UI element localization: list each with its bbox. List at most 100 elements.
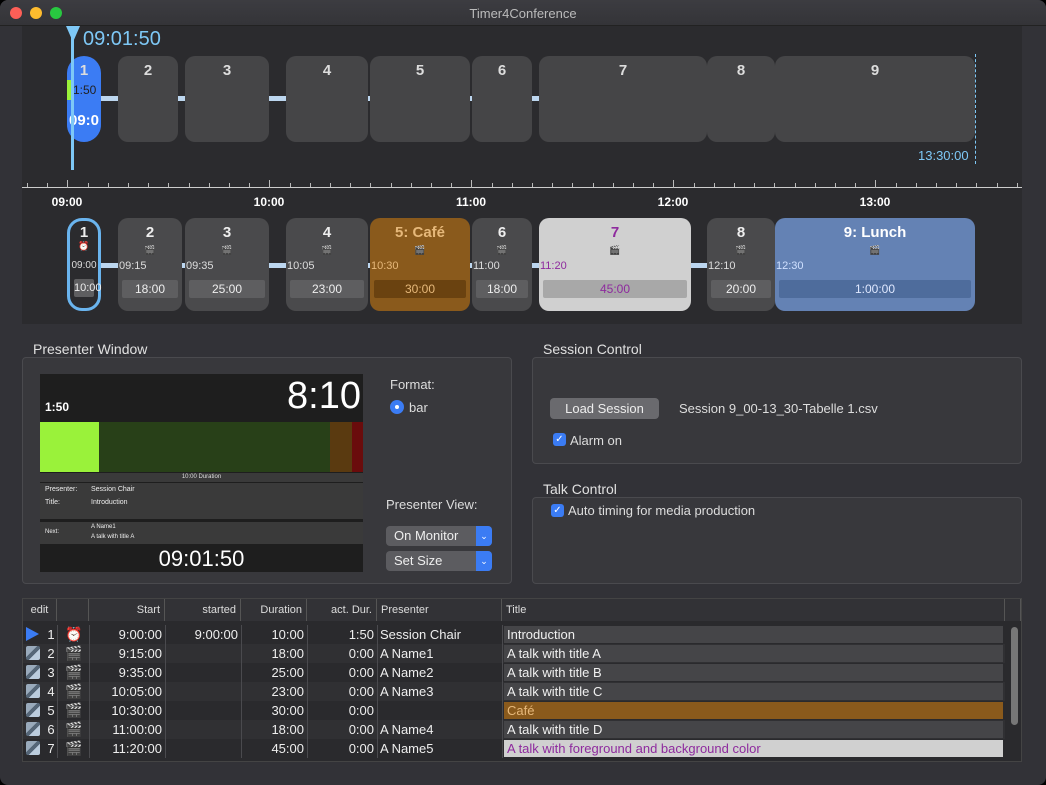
table-header-duration[interactable]: Duration	[241, 599, 307, 621]
title-field-value: Introduction	[91, 499, 128, 506]
end-time-marker	[975, 54, 976, 164]
presenter-view-select[interactable]: On Monitor ⌄	[386, 526, 492, 546]
timeline-block-top[interactable]: 8	[707, 56, 775, 142]
presenter-view-label: Presenter View:	[386, 497, 478, 512]
table-header-actdur[interactable]: act. Dur.	[307, 599, 377, 621]
edit-cell[interactable]	[23, 701, 45, 720]
timeline-block-top[interactable]: 2	[118, 56, 178, 142]
scrollbar-thumb[interactable]	[1011, 627, 1018, 725]
timeline-block-bottom[interactable]: 9: Lunch 🎬 12:30 1:00:00	[775, 218, 975, 311]
edit-icon[interactable]	[26, 741, 40, 755]
table-header-filler	[1005, 599, 1021, 621]
timeline-block-top[interactable]: 4	[286, 56, 368, 142]
ruler-tick	[391, 183, 392, 187]
column-separator	[241, 739, 242, 758]
progress-bar	[40, 422, 363, 472]
table-scrollbar[interactable]	[1007, 625, 1021, 761]
ruler-tick	[593, 183, 594, 187]
timeline-block-top[interactable]: 3	[185, 56, 269, 142]
row-number: 7	[47, 741, 55, 756]
ruler-tick	[249, 183, 250, 187]
edit-cell[interactable]	[23, 682, 45, 701]
table-row[interactable]: 7 🎬 11:20:00 45:00 0:00 A Name5 A talk with fo…	[23, 739, 1005, 758]
next-label: Next:	[45, 529, 60, 535]
edit-icon[interactable]	[26, 665, 40, 679]
block-duration: 23:00	[290, 280, 364, 298]
alarm-label[interactable]: Alarm on	[570, 433, 622, 448]
table-header-start[interactable]: Start	[89, 599, 165, 621]
cell-act: 0:00	[348, 646, 374, 661]
play-icon[interactable]	[26, 627, 39, 641]
edit-icon[interactable]	[26, 684, 40, 698]
timeline-block-bottom[interactable]: 2 🎬 09:15 18:00	[118, 218, 182, 311]
ruler-tick	[310, 183, 311, 187]
timeline-block-bottom[interactable]: 6 🎬 11:00 18:00	[472, 218, 532, 311]
edit-cell[interactable]	[23, 720, 45, 739]
edit-icon[interactable]	[26, 646, 40, 660]
alarm-checkbox[interactable]: ✓	[553, 433, 566, 446]
column-separator	[502, 663, 503, 682]
edit-cell[interactable]	[23, 644, 45, 663]
block-start-time: 12:30	[776, 260, 804, 272]
ruler-tick	[694, 183, 695, 187]
table-header-edit[interactable]: edit	[23, 599, 57, 621]
format-radio-bar[interactable]	[390, 400, 404, 414]
edit-icon[interactable]	[26, 703, 40, 717]
edit-cell[interactable]	[23, 739, 45, 758]
set-size-value: Set Size	[394, 553, 443, 568]
format-radio-label[interactable]: bar	[409, 400, 428, 415]
ruler-tick	[229, 183, 230, 187]
edit-icon[interactable]	[26, 722, 40, 736]
column-separator	[307, 682, 308, 701]
auto-timing-checkbox[interactable]: ✓	[551, 504, 564, 517]
column-separator	[377, 701, 378, 720]
table-row[interactable]: 5 🎬 10:30:00 30:00 0:00 Café	[23, 701, 1005, 720]
timeline-block-bottom[interactable]: 5: Café 🎬 10:30 30:00	[370, 218, 470, 311]
table-row[interactable]: 1 ⏰ 9:00:00 9:00:00 10:00 1:50 Session Chair In…	[23, 625, 1005, 644]
time-marker-line[interactable]	[71, 36, 74, 170]
timeline-block-bottom[interactable]: 4 🎬 10:05 23:00	[286, 218, 368, 311]
column-separator	[57, 625, 58, 644]
edit-cell[interactable]	[23, 663, 45, 682]
ruler-tick	[835, 183, 836, 187]
table-header-icon[interactable]	[57, 599, 89, 621]
auto-timing-label[interactable]: Auto timing for media production	[568, 503, 755, 518]
table-row[interactable]: 4 🎬 10:05:00 23:00 0:00 A Name3 A talk with ti…	[23, 682, 1005, 701]
ruler-tick	[168, 183, 169, 187]
table-header-presenter[interactable]: Presenter	[377, 599, 502, 621]
talks-table[interactable]: edit Start started Duration act. Dur. Present…	[22, 598, 1022, 762]
presenter-preview[interactable]: 1:50 8:10 10:00 Duration Presenter: Sess…	[40, 374, 363, 572]
ruler-hour-label: 11:00	[455, 195, 487, 209]
cell-start: 9:35:00	[118, 665, 162, 680]
timeline-block-top[interactable]: 5	[370, 56, 470, 142]
cell-act: 0:00	[348, 665, 374, 680]
time-marker-handle-icon[interactable]	[66, 26, 80, 42]
clapperboard-icon: 🎬	[221, 245, 233, 255]
set-size-select[interactable]: Set Size ⌄	[386, 551, 492, 571]
table-header-started[interactable]: started	[165, 599, 241, 621]
timeline-block-bottom[interactable]: 1 ⏰ 09:00 10:00	[67, 218, 102, 311]
cell-title: Introduction	[504, 626, 1003, 643]
ruler-tick	[350, 183, 351, 187]
block-duration: 18:00	[122, 280, 178, 298]
ruler-tick	[148, 183, 149, 187]
cell-duration: 23:00	[271, 684, 304, 699]
timeline-block-top[interactable]: 7	[539, 56, 707, 142]
timeline-block-bottom[interactable]: 3 🎬 09:35 25:00	[185, 218, 269, 311]
column-separator	[165, 625, 166, 644]
load-session-button[interactable]: Load Session	[550, 398, 659, 419]
edit-cell[interactable]	[23, 625, 45, 644]
timeline-block-bottom[interactable]: 8 🎬 12:10 20:00	[707, 218, 775, 311]
timeline-panel: 1 1:50 09:0 2 3 4 5 6 7 8 9 09:01:50 13:30:00 09:0…	[22, 26, 1022, 324]
timeline-block-bottom[interactable]: 7 🎬 11:20 45:00	[539, 218, 691, 311]
timeline-block-top[interactable]: 6	[472, 56, 532, 142]
table-header-title[interactable]: Title	[502, 599, 1005, 621]
cell-title: A talk with title A	[504, 645, 1003, 662]
cell-title: A talk with title D	[504, 721, 1003, 738]
timeline-block-top[interactable]: 9	[775, 56, 975, 142]
table-row[interactable]: 3 🎬 9:35:00 25:00 0:00 A Name2 A talk with tit…	[23, 663, 1005, 682]
table-row[interactable]: 2 🎬 9:15:00 18:00 0:00 A Name1 A talk with tit…	[23, 644, 1005, 663]
table-row[interactable]: 6 🎬 11:00:00 18:00 0:00 A Name4 A talk with ti…	[23, 720, 1005, 739]
ruler-tick	[997, 183, 998, 187]
block-start-time: 12:10	[708, 260, 736, 272]
